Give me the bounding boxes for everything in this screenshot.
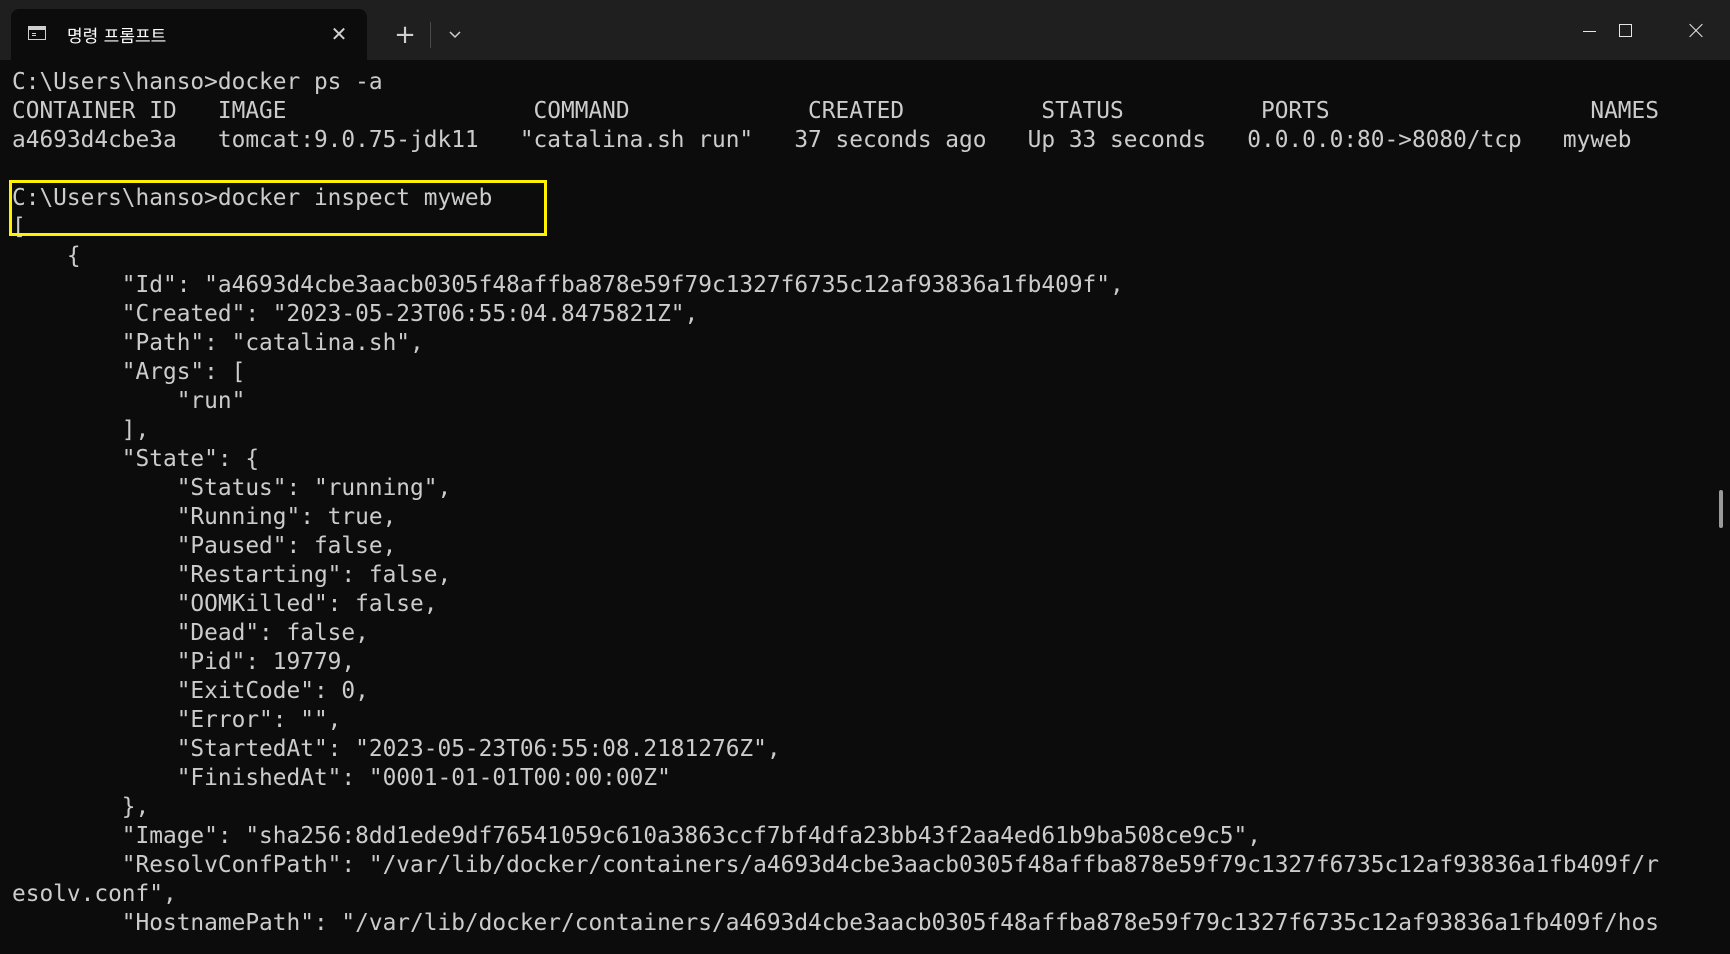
tab-close-icon[interactable]: ✕ [326,21,352,47]
maximize-button[interactable] [1590,0,1660,60]
terminal-line: "Id": "a4693d4cbe3aacb0305f48affba878e59… [12,272,1124,298]
terminal-line: "State": { [12,446,260,472]
command-highlight-box [9,180,547,236]
tab-dropdown-button[interactable] [438,18,472,52]
terminal-icon [28,26,46,40]
terminal-line: a4693d4cbe3a tomcat:9.0.75-jdk11 "catali… [12,127,1632,153]
terminal-line: "Running": true, [12,504,397,530]
terminal-line: ], [12,417,150,443]
terminal-line: "HostnamePath": "/var/lib/docker/contain… [12,910,1659,936]
terminal-line: "run" [12,388,246,414]
terminal-output-area[interactable]: C:\Users\hanso>docker ps -a CONTAINER ID … [0,60,1716,954]
tab-divider [430,22,431,48]
terminal-line: "Image": "sha256:8dd1ede9df76541059c610a… [12,823,1261,849]
terminal-line: "FinishedAt": "0001-01-01T00:00:00Z" [12,765,671,791]
scrollbar-thumb[interactable] [1719,490,1723,528]
terminal-line: "OOMKilled": false, [12,591,438,617]
terminal-line: "Restarting": false, [12,562,452,588]
close-window-button[interactable] [1660,0,1730,60]
terminal-line: "Error": "", [12,707,342,733]
tab-command-prompt[interactable]: 명령 프롬프트 ✕ [11,9,367,60]
terminal-line: "ExitCode": 0, [12,678,369,704]
terminal-line: "Path": "catalina.sh", [12,330,424,356]
tab-title: 명령 프롬프트 [67,27,167,47]
terminal-line: "Created": "2023-05-23T06:55:04.8475821Z… [12,301,699,327]
terminal-line: CONTAINER ID IMAGE COMMAND CREATED STATU… [12,98,1659,124]
terminal-line: { [12,243,81,269]
terminal-line: esolv.conf", [12,881,177,907]
terminal-line: C:\Users\hanso>docker ps -a [12,69,383,95]
terminal-line: }, [12,794,150,820]
terminal-line: "Dead": false, [12,620,369,646]
new-tab-button[interactable]: + [388,18,422,52]
terminal-line: "Paused": false, [12,533,397,559]
title-bar: 명령 프롬프트 ✕ + [0,0,1730,60]
terminal-line: "ResolvConfPath": "/var/lib/docker/conta… [12,852,1659,878]
terminal-line: "Pid": 19779, [12,649,356,675]
terminal-line: "Status": "running", [12,475,452,501]
chevron-down-icon [449,31,461,39]
terminal-line: "StartedAt": "2023-05-23T06:55:08.218127… [12,736,781,762]
terminal-line: "Args": [ [12,359,246,385]
